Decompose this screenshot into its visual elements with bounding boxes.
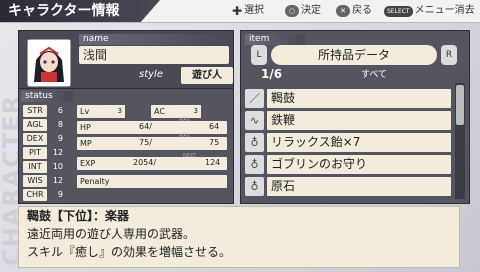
stat-row-str: STR 6 — [23, 105, 73, 117]
item-description-line: 遠近両用の遊び人専用の武器。 — [27, 227, 196, 241]
character-name-panel: name 浅間 style 遊び人 — [18, 30, 234, 92]
item-row[interactable]: ♁ 原石 — [245, 177, 451, 196]
stat-label: DEX — [23, 133, 47, 145]
hp-max: 64 — [209, 122, 220, 131]
stat-label: STR — [23, 105, 47, 117]
item-description-line: スキル『癒し』の効果を増幅させる。 — [27, 245, 232, 259]
exp-value: 2054 — [133, 158, 154, 167]
stat-label: WIS — [23, 175, 47, 187]
ac-label: AC — [151, 105, 175, 118]
stat-value: 12 — [52, 176, 63, 185]
pouch-icon: ♁ — [245, 155, 264, 174]
stat-label: PIT — [23, 147, 47, 159]
r-shoulder-button[interactable]: R — [441, 45, 457, 65]
stat-value: 9 — [57, 134, 63, 143]
hint-confirm: ○ 決定 — [285, 4, 321, 18]
character-style: 遊び人 — [181, 67, 233, 84]
item-tab: item — [245, 34, 305, 45]
hp-row: HP — [77, 121, 227, 134]
stat-row-pit: PIT 12 — [23, 147, 73, 159]
lv-value: 3 — [99, 105, 125, 118]
style-label: style — [139, 69, 163, 80]
hint-confirm-label: 決定 — [301, 5, 321, 16]
item-name: 鞨鼓 — [267, 89, 451, 108]
character-portrait — [27, 39, 71, 87]
item-scrollbar-thumb[interactable] — [456, 85, 464, 125]
item-description-title: 鞨鼓【下位】：楽器 — [27, 209, 130, 223]
hp-slash: / — [149, 122, 152, 131]
hp-value: 64 — [139, 122, 150, 131]
mp-row: MP — [77, 137, 227, 150]
hint-select: ✚ 選択 — [232, 4, 264, 18]
item-category[interactable]: 所持品データ — [271, 45, 437, 65]
item-panel: item L 所持品データ R 1/6 すべて ／ 鞨鼓 ∿ 鉄鞭 ♁ リラック… — [240, 30, 470, 204]
mp-slash: / — [149, 138, 152, 147]
item-row[interactable]: ∿ 鉄鞭 — [245, 111, 451, 130]
status-tab: status — [21, 91, 73, 102]
stat-row-dex: DEX 9 — [23, 133, 73, 145]
penalty-label: Penalty — [80, 177, 110, 186]
item-row[interactable]: ♁ ゴブリンのお守り — [245, 155, 451, 174]
hint-menu-hide: SELECT メニュー消去 — [384, 4, 475, 18]
stat-label: AGL — [23, 119, 47, 131]
character-name: 浅間 — [79, 46, 229, 64]
status-panel: status STR 6 AGL 8 DEX 9 PIT 12 INT 10 W… — [18, 88, 234, 204]
hint-select-label: 選択 — [244, 5, 265, 16]
circle-button-icon: ○ — [285, 5, 299, 17]
exp-slash: / — [153, 158, 157, 167]
item-row[interactable]: ／ 鞨鼓 — [245, 89, 451, 108]
stat-row-chr: CHR 9 — [23, 189, 73, 201]
exp-current: 2054/ — [133, 158, 156, 167]
dpad-icon: ✚ — [232, 4, 243, 18]
hint-menu-hide-label: メニュー消去 — [414, 5, 475, 16]
stat-row-int: INT 10 — [23, 161, 73, 173]
hp-current: 64/ — [139, 122, 152, 131]
screen-title: キャラクター情報 — [0, 0, 160, 22]
pouch-icon: ♁ — [245, 133, 264, 152]
item-scrollbar[interactable] — [455, 83, 465, 199]
mp-label: MP — [80, 139, 92, 148]
exp-next-label: NEXT — [183, 153, 197, 159]
stat-row-wis: WIS 12 — [23, 175, 73, 187]
pouch-icon: ♁ — [245, 177, 264, 196]
hint-back: ✕ 戻る — [336, 4, 372, 18]
stat-value: 9 — [57, 190, 63, 199]
item-name: 原石 — [267, 177, 451, 196]
name-tab: name — [79, 34, 229, 45]
mp-value: 75 — [139, 138, 150, 147]
item-row[interactable]: ♁ リラックス飴×7 — [245, 133, 451, 152]
mp-max-label: MAX — [179, 133, 191, 139]
item-name: 鉄鞭 — [267, 111, 451, 130]
whip-icon: ∿ — [245, 111, 264, 130]
item-description-box: 鞨鼓【下位】：楽器 遠近両用の遊び人専用の武器。 スキル『癒し』の効果を増幅させ… — [18, 206, 460, 268]
item-filter: すべて — [361, 70, 388, 80]
exp-label: EXP — [80, 159, 96, 168]
exp-next: 124 — [205, 158, 221, 167]
stat-value: 8 — [57, 120, 63, 129]
item-page-number: 1/6 — [261, 67, 283, 81]
stat-label: INT — [23, 161, 47, 173]
penalty-row: Penalty — [77, 175, 227, 188]
stat-value: 10 — [52, 162, 63, 171]
stat-label: CHR — [23, 189, 47, 201]
lv-label: Lv — [77, 105, 99, 118]
item-name: リラックス飴×7 — [267, 133, 451, 152]
hp-label: HP — [80, 123, 91, 132]
cross-button-icon: ✕ — [336, 5, 350, 17]
l-shoulder-button[interactable]: L — [251, 45, 267, 65]
hint-back-label: 戻る — [352, 5, 372, 16]
stat-row-agl: AGL 8 — [23, 119, 73, 131]
hp-max-label: MAX — [179, 117, 191, 123]
stat-list: STR 6 AGL 8 DEX 9 PIT 12 INT 10 WIS 12 C… — [23, 105, 73, 201]
brush-icon: ／ — [245, 89, 264, 108]
stat-value: 6 — [57, 106, 63, 115]
mp-current: 75/ — [139, 138, 152, 147]
select-button-icon: SELECT — [384, 5, 413, 17]
item-name: ゴブリンのお守り — [267, 155, 451, 174]
mp-max: 75 — [209, 138, 220, 147]
stat-value: 12 — [52, 148, 63, 157]
